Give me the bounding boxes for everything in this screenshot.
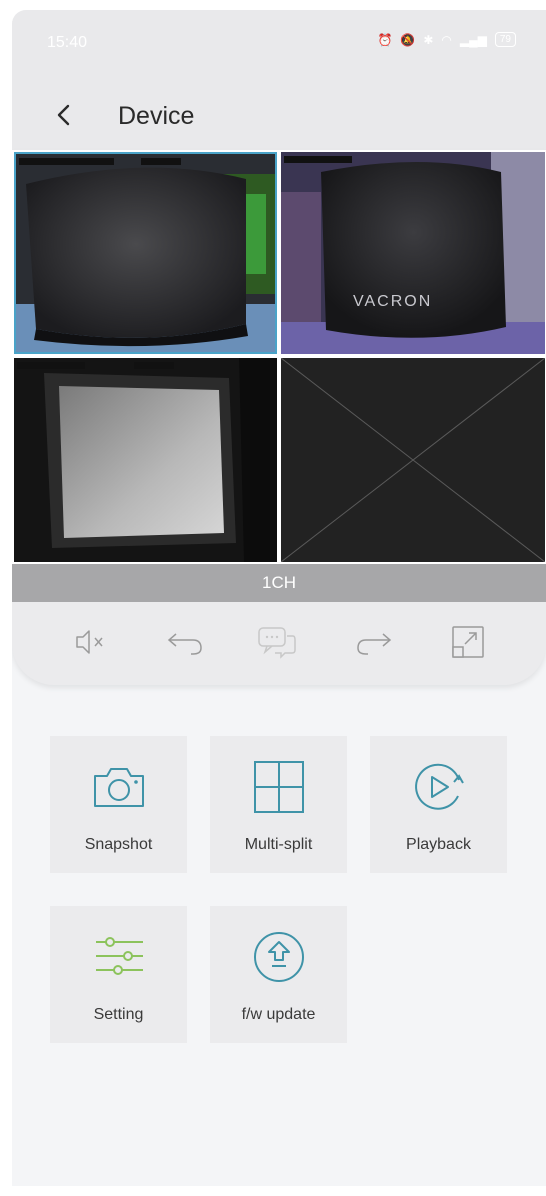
camera-view-2[interactable]: VACRON (281, 152, 545, 354)
channel-bar: 1CH (12, 564, 546, 602)
playback-label: Playback (406, 836, 471, 853)
fw-update-button[interactable]: f/w update (210, 906, 347, 1043)
camera-2-brand-text: VACRON (353, 293, 432, 310)
camera-3-feed (14, 358, 277, 562)
camera-2-feed: VACRON (281, 152, 545, 354)
back-arrow-icon[interactable] (52, 102, 78, 128)
camera-icon (94, 768, 144, 807)
camera-grid: VACRON (12, 150, 546, 564)
chat-icon[interactable] (257, 624, 297, 660)
alarm-icon: ⏰ (377, 32, 393, 47)
setting-label: Setting (93, 1006, 144, 1023)
top-header: Device (12, 80, 546, 150)
status-time: 15:40 (47, 34, 88, 51)
camera-view-4-empty[interactable] (281, 358, 545, 562)
mute-notification-icon: 🔕 (400, 32, 416, 47)
camera-view-1[interactable] (14, 152, 277, 354)
playback-button[interactable]: Playback (370, 736, 507, 873)
status-icons: ⏰ 🔕 ✱ ◠ ▂▄▆ 79 (377, 32, 516, 47)
camera-1-feed (16, 154, 275, 352)
undo-icon[interactable] (165, 624, 205, 660)
setting-button[interactable]: Setting (50, 906, 187, 1043)
bluetooth-icon: ✱ (423, 32, 434, 47)
snapshot-label: Snapshot (84, 836, 153, 853)
app-screen: 15:40 ⏰ 🔕 ✱ ◠ ▂▄▆ 79 Device VACRON 1CH S… (12, 10, 546, 1186)
snapshot-button[interactable]: Snapshot (50, 736, 187, 873)
status-bar: 15:40 ⏰ 🔕 ✱ ◠ ▂▄▆ 79 (12, 10, 546, 80)
sliders-icon (96, 937, 143, 975)
mute-icon[interactable] (72, 624, 112, 660)
multi-split-label: Multi-split (244, 836, 313, 853)
grid-split-icon (254, 761, 304, 813)
camera-view-3[interactable] (14, 358, 277, 562)
battery-indicator: 79 (494, 32, 516, 47)
playback-icon (415, 763, 464, 810)
page-title: Device (118, 102, 195, 130)
video-panel: VACRON 1CH (12, 150, 546, 685)
upload-icon (254, 932, 304, 982)
wifi-icon: ◠ (441, 32, 452, 47)
redo-icon[interactable] (354, 624, 394, 660)
fw-update-label: f/w update (241, 1006, 316, 1023)
playback-controls (12, 602, 546, 685)
multi-split-button[interactable]: Multi-split (210, 736, 347, 873)
no-signal-icon (281, 358, 545, 562)
expand-icon[interactable] (447, 624, 487, 660)
signal-icon: ▂▄▆ (459, 32, 487, 47)
